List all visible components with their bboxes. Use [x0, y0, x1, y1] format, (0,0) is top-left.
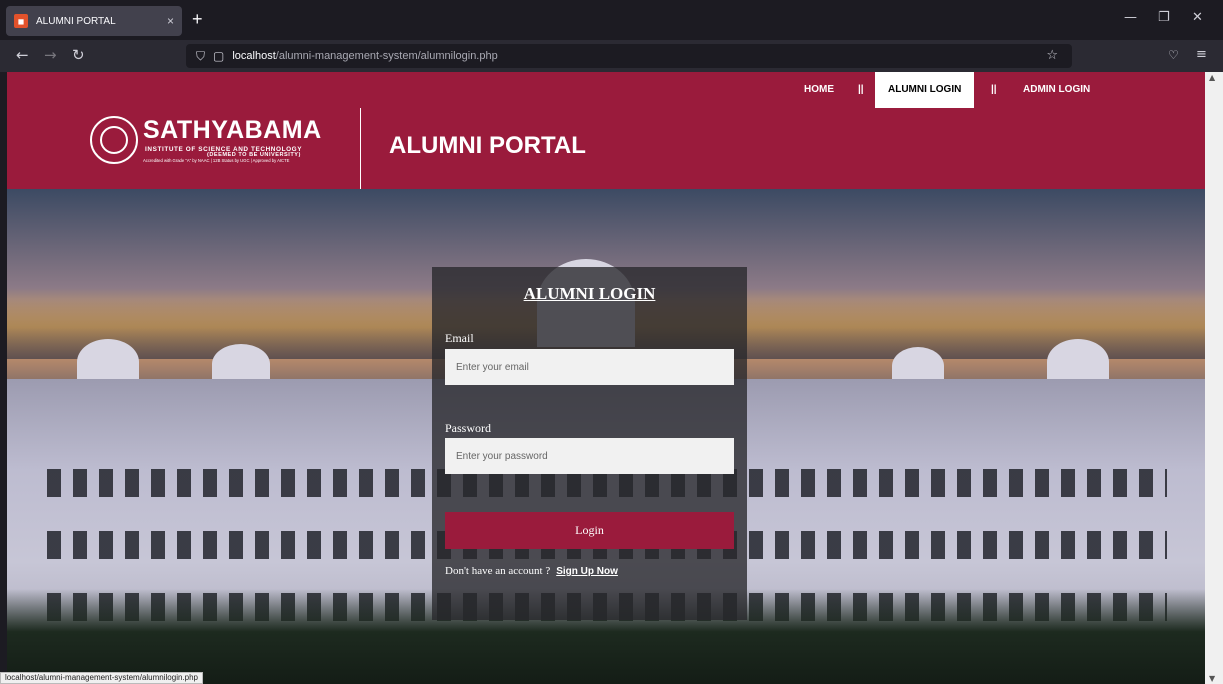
- nav-separator: ||: [991, 84, 997, 95]
- browser-tab[interactable]: ◼ ALUMNI PORTAL ×: [6, 6, 182, 36]
- university-emblem-icon: [90, 116, 138, 164]
- emblem-inner-ring: [100, 126, 128, 154]
- url-path: /alumni-management-system/alumnilogin.ph…: [275, 50, 498, 62]
- nav-separator: ||: [858, 84, 864, 95]
- portal-title: ALUMNI PORTAL: [389, 132, 586, 159]
- login-button[interactable]: Login: [445, 512, 734, 549]
- scroll-down-icon[interactable]: ▼: [1209, 674, 1215, 683]
- logo-accreditation-text: Accredited with Grade "A" by NAAC | 12B …: [143, 158, 290, 163]
- site-header: SATHYABAMA INSTITUTE OF SCIENCE AND TECH…: [7, 108, 1205, 189]
- nav-home-link[interactable]: HOME: [804, 72, 834, 108]
- new-tab-button[interactable]: +: [192, 9, 203, 29]
- password-field[interactable]: [445, 438, 734, 474]
- page-scrollbar[interactable]: ▲ ▼: [1205, 72, 1223, 684]
- url-bar[interactable]: ⛉ ▢ localhost/alumni-management-system/a…: [186, 44, 1072, 68]
- browser-navbar: ← → ↻ ⛉ ▢ localhost/alumni-management-sy…: [0, 40, 1223, 72]
- pocket-icon[interactable]: ♡: [1168, 48, 1179, 62]
- email-label: Email: [445, 331, 474, 345]
- page-viewport: HOME || ALUMNI LOGIN || ADMIN LOGIN SATH…: [7, 72, 1205, 684]
- forward-arrow-icon[interactable]: →: [44, 46, 57, 64]
- signup-prompt: Don't have an account ?: [445, 565, 551, 577]
- menu-icon[interactable]: ≡: [1196, 47, 1207, 62]
- email-field[interactable]: [445, 349, 734, 385]
- nav-alumni-login-link[interactable]: ALUMNI LOGIN: [875, 72, 975, 108]
- dome-left-2: [212, 344, 270, 384]
- restore-icon[interactable]: ❐: [1158, 10, 1170, 25]
- signup-row: Don't have an account ? Sign Up Now: [445, 565, 618, 577]
- login-card: ALUMNI LOGIN Email Password Login Don't …: [432, 267, 747, 620]
- page-icon: ▢: [213, 49, 225, 63]
- url-host: localhost: [232, 50, 276, 62]
- nav-admin-login-link[interactable]: ADMIN LOGIN: [1023, 72, 1090, 108]
- logo-title: SATHYABAMA: [143, 116, 322, 144]
- minimize-icon[interactable]: —: [1124, 10, 1137, 25]
- login-title: ALUMNI LOGIN: [523, 284, 656, 303]
- reload-icon[interactable]: ↻: [72, 46, 85, 64]
- back-arrow-icon[interactable]: ←: [16, 46, 29, 64]
- top-navigation: HOME || ALUMNI LOGIN || ADMIN LOGIN: [7, 72, 1205, 108]
- header-divider: [360, 108, 361, 189]
- browser-tabbar: ◼ ALUMNI PORTAL × + — ❐ ✕: [0, 0, 1223, 40]
- star-icon[interactable]: ☆: [1046, 48, 1058, 63]
- tab-close-icon[interactable]: ×: [167, 14, 174, 28]
- favicon-icon: ◼: [14, 14, 28, 28]
- tab-title: ALUMNI PORTAL: [36, 15, 116, 27]
- status-bar-url: localhost/alumni-management-system/alumn…: [0, 672, 203, 684]
- close-window-icon[interactable]: ✕: [1192, 10, 1203, 25]
- shield-icon[interactable]: ⛉: [196, 49, 205, 64]
- scroll-up-icon[interactable]: ▲: [1209, 73, 1215, 82]
- password-label: Password: [445, 421, 492, 435]
- signup-link[interactable]: Sign Up Now: [556, 566, 618, 577]
